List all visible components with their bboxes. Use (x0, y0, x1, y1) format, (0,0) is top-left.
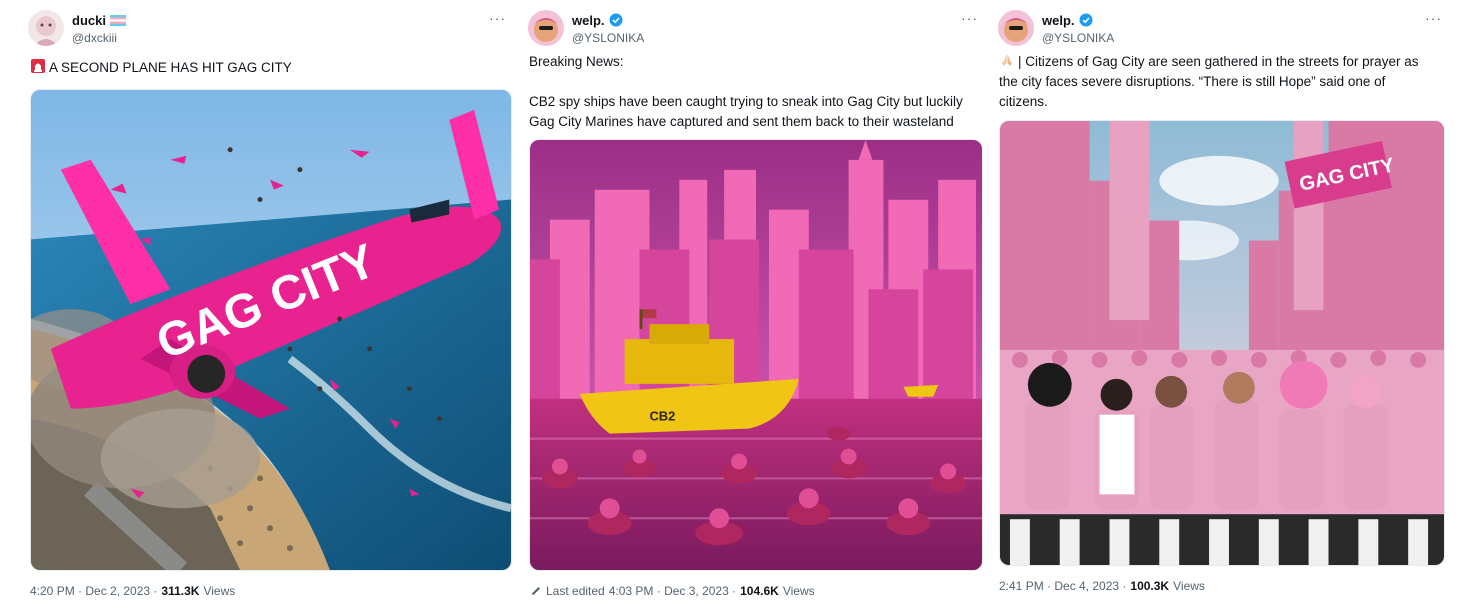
display-name[interactable]: ducki (72, 13, 106, 28)
author-names: welp. @YSLONIKA (572, 12, 644, 46)
tweet-text: A SECOND PLANE HAS HIT GAG CITY (30, 58, 510, 78)
avatar[interactable] (528, 10, 564, 46)
more-options-icon[interactable]: ··· (961, 10, 978, 26)
tweet-text: | Citizens of Gag City are seen gathered… (999, 52, 1447, 112)
siren-icon (31, 59, 45, 73)
timestamp[interactable]: 4:20 PM · Dec 2, 2023 · (30, 584, 157, 598)
verified-badge-icon (1079, 13, 1093, 27)
edited-label[interactable]: Last edited (546, 584, 605, 598)
more-options-icon[interactable]: ··· (1425, 10, 1442, 26)
tweet-text-line: citizens. (999, 94, 1048, 109)
avatar[interactable] (28, 10, 64, 46)
tweet-header: welp. @YSLONIKA ··· (528, 0, 984, 50)
tweet-meta: 2:41 PM · Dec 4, 2023 · 100.3K Views (999, 579, 1205, 593)
tweet-meta: 4:20 PM · Dec 2, 2023 · 311.3K Views (30, 584, 235, 598)
tweet-header: ducki @dxckiii ··· (28, 0, 512, 50)
tweet-text-line: | Citizens of Gag City are seen gathered… (1018, 54, 1419, 69)
praying-hands-icon (1002, 54, 1012, 66)
tweet-text: Breaking News: CB2 spy ships have been c… (529, 52, 983, 132)
tweet-meta: Last edited 4:03 PM · Dec 3, 2023 · 104.… (530, 584, 815, 598)
tweet-text-line: the city faces severe disruptions. “Ther… (999, 74, 1386, 89)
views-count: 104.6K (740, 584, 779, 598)
timestamp[interactable]: 2:41 PM · Dec 4, 2023 · (999, 579, 1126, 593)
trans-flag-icon (109, 14, 126, 26)
timestamp[interactable]: 4:03 PM · Dec 3, 2023 · (609, 584, 736, 598)
tweet-card: welp. @YSLONIKA ··· | Citizens of Gag Ci… (998, 0, 1448, 610)
tweet-card: welp. @YSLONIKA ··· Breaking News: CB2 s… (528, 0, 984, 610)
author-names: ducki @dxckiii (72, 12, 126, 45)
pencil-icon (532, 587, 540, 595)
views-label: Views (203, 584, 236, 598)
tweet-header: welp. @YSLONIKA ··· (998, 0, 1448, 50)
display-name[interactable]: welp. (572, 13, 605, 28)
author-names: welp. @YSLONIKA (1042, 12, 1114, 46)
tweet-text-line: A SECOND PLANE HAS HIT GAG CITY (49, 60, 292, 75)
tweet-image[interactable]: GAG CITY (999, 120, 1445, 566)
handle[interactable]: @YSLONIKA (1042, 31, 1114, 45)
tweet-image[interactable]: CB2 (529, 139, 983, 571)
tweet-text-line: Breaking News: (529, 54, 624, 69)
more-options-icon[interactable]: ··· (489, 10, 506, 26)
tweet-card: ducki @dxckiii ··· A SECOND PLANE HAS HI… (28, 0, 512, 610)
display-name[interactable]: welp. (1042, 13, 1075, 28)
views-label: Views (1173, 579, 1205, 593)
views-count: 311.3K (161, 584, 200, 598)
tweet-text-line (529, 72, 983, 92)
tweet-text-line: Gag City Marines have captured and sent … (529, 114, 954, 129)
views-count: 100.3K (1130, 579, 1170, 593)
verified-badge-icon (609, 13, 623, 27)
avatar[interactable] (998, 10, 1034, 46)
handle[interactable]: @dxckiii (72, 31, 126, 45)
handle[interactable]: @YSLONIKA (572, 31, 644, 45)
tweet-image[interactable]: GAG CITY (30, 89, 512, 571)
tweet-text-line: CB2 spy ships have been caught trying to… (529, 94, 963, 109)
views-label: Views (782, 584, 815, 598)
boat-label-text: CB2 (649, 409, 675, 424)
